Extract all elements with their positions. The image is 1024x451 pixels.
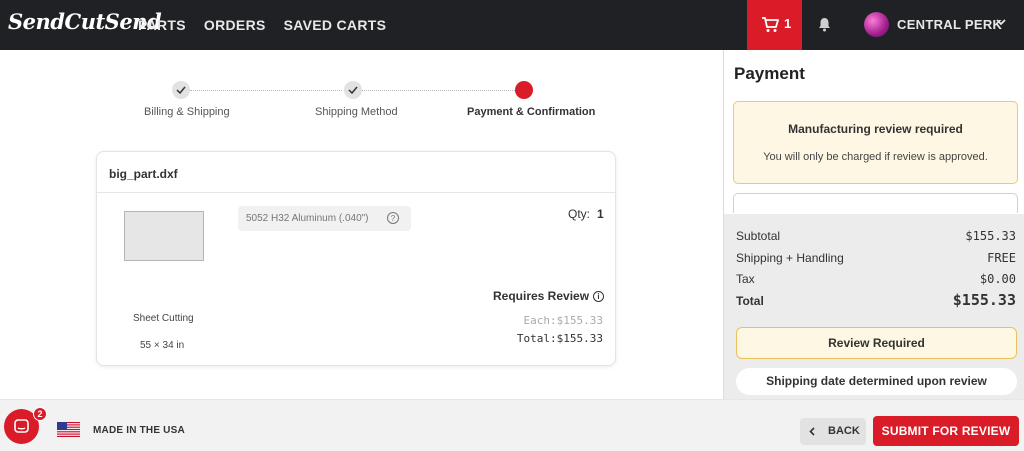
payment-panel: Payment Manufacturing review required Yo…: [723, 50, 1024, 399]
part-filename: big_part.dxf: [109, 167, 178, 181]
made-in-usa-label: MADE IN THE USA: [93, 425, 185, 436]
part-dimensions: 55 × 34 in: [140, 340, 185, 351]
process-label: Sheet Cutting: [133, 313, 194, 324]
step-payment-label: Payment & Confirmation: [467, 106, 596, 118]
stepper-connector: [362, 90, 515, 91]
part-card: big_part.dxf 5052 H32 Aluminum (.040") ?…: [96, 151, 616, 366]
step-billing-label[interactable]: Billing & Shipping: [144, 106, 230, 118]
subtotal-value: $155.33: [965, 229, 1016, 243]
payment-title: Payment: [734, 64, 805, 83]
notice-body: You will only be charged if review is ap…: [763, 151, 988, 163]
shipping-date-pill: Shipping date determined upon review: [736, 368, 1017, 395]
summary-total: Total $155.33: [736, 291, 1016, 309]
check-icon: [348, 86, 358, 94]
account-name[interactable]: CENTRAL PERK: [897, 17, 1002, 32]
requires-review-label: Requires Review i: [493, 289, 605, 303]
stepper-connector: [190, 90, 342, 91]
summary-tax: Tax $0.00: [736, 272, 1016, 286]
shipping-value: FREE: [987, 251, 1016, 265]
material-chip: 5052 H32 Aluminum (.040") ?: [238, 206, 411, 231]
card-divider: [97, 192, 615, 193]
submit-for-review-button[interactable]: SUBMIT FOR REVIEW: [873, 416, 1019, 446]
chevron-down-icon[interactable]: [996, 19, 1006, 26]
nav-parts[interactable]: PARTS: [138, 17, 186, 33]
cart-button[interactable]: 1: [747, 0, 802, 50]
each-price: Each:$155.33: [523, 314, 603, 327]
chevron-left-icon: [809, 427, 815, 436]
back-label: BACK: [828, 425, 860, 437]
shipping-label: Shipping + Handling: [736, 251, 844, 265]
notifications-button[interactable]: [818, 17, 831, 37]
back-button[interactable]: BACK: [800, 418, 866, 445]
step-billing-dot[interactable]: [172, 81, 190, 99]
bell-icon: [819, 18, 830, 32]
total-value: $155.33: [952, 291, 1016, 309]
cart-icon: [762, 17, 779, 32]
order-summary: Subtotal $155.33 Shipping + Handling FRE…: [724, 214, 1024, 399]
tax-label: Tax: [736, 272, 755, 286]
notice-title: Manufacturing review required: [788, 122, 963, 136]
payment-method-box[interactable]: [733, 193, 1018, 213]
step-shipping-label[interactable]: Shipping Method: [315, 106, 398, 118]
nav-saved-carts[interactable]: SAVED CARTS: [284, 17, 387, 33]
part-preview-image: [124, 211, 204, 261]
subtotal-label: Subtotal: [736, 229, 781, 243]
step-payment-dot: [515, 81, 533, 99]
material-label: 5052 H32 Aluminum (.040"): [246, 213, 369, 224]
requires-review-text: Requires Review: [493, 289, 590, 303]
check-icon: [176, 86, 186, 94]
review-required-button[interactable]: Review Required: [736, 327, 1017, 359]
total-label: Total: [736, 294, 764, 308]
review-notice: Manufacturing review required You will o…: [733, 101, 1018, 184]
main-nav: PARTS ORDERS SAVED CARTS: [138, 17, 386, 33]
summary-subtotal: Subtotal $155.33: [736, 229, 1016, 243]
step-shipping-dot[interactable]: [344, 81, 362, 99]
chat-unread-badge: 2: [33, 407, 47, 421]
us-flag-icon: [57, 422, 80, 437]
quantity-display: Qty: 1: [568, 207, 604, 221]
cart-count-badge: 1: [784, 16, 792, 31]
tax-value: $0.00: [979, 272, 1016, 286]
checkout-footer: 2 MADE IN THE USA BACK SUBMIT FOR REVIEW: [0, 399, 1024, 451]
line-total-price: Total:$155.33: [516, 332, 603, 345]
chat-icon: [14, 419, 29, 433]
user-avatar[interactable]: [864, 12, 889, 37]
help-icon[interactable]: ?: [387, 212, 399, 224]
summary-shipping: Shipping + Handling FREE: [736, 251, 1016, 265]
qty-label: Qty:: [568, 207, 591, 221]
info-icon[interactable]: i: [593, 291, 605, 302]
qty-value: 1: [597, 207, 604, 221]
top-nav-bar: SendCutSend PARTS ORDERS SAVED CARTS 1 C…: [0, 0, 1024, 50]
nav-orders[interactable]: ORDERS: [204, 17, 266, 33]
